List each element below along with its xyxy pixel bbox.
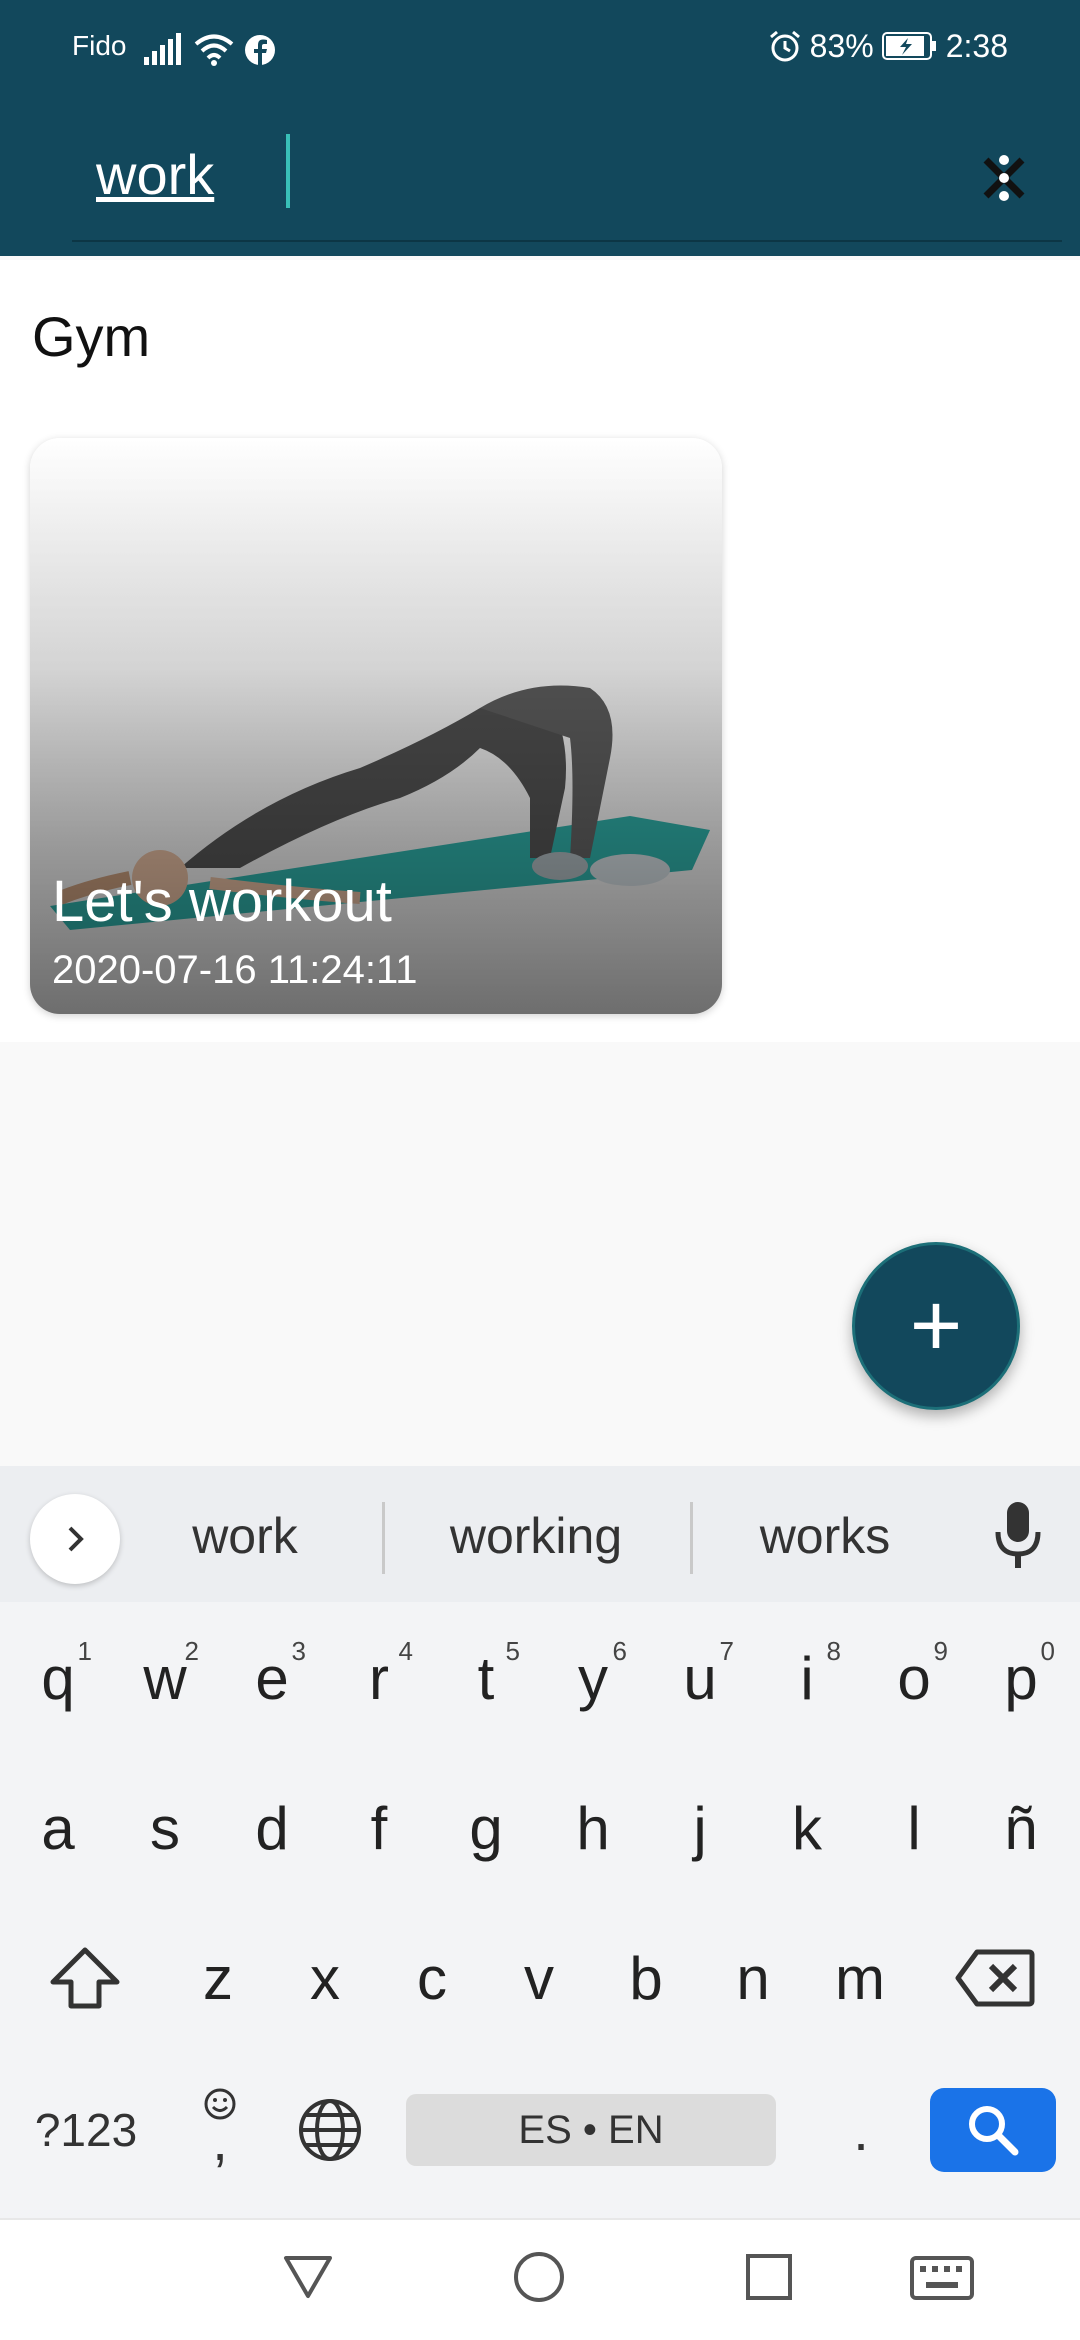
space-key[interactable]: ES • EN <box>406 2094 776 2166</box>
key-a[interactable]: a <box>8 1768 108 1888</box>
key-j[interactable]: j <box>650 1768 750 1888</box>
language-key[interactable] <box>280 2070 380 2190</box>
key-x[interactable]: x <box>275 1918 375 2038</box>
key-s[interactable]: s <box>115 1768 215 1888</box>
key-hint: 2 <box>184 1636 199 1666</box>
globe-icon <box>299 2099 361 2161</box>
backspace-key[interactable] <box>940 1918 1050 2038</box>
signal-icon <box>144 33 181 65</box>
clock: 2:38 <box>945 28 1008 64</box>
backspace-icon <box>955 1949 1035 2007</box>
key-hint: 3 <box>291 1636 306 1666</box>
section-title: Gym <box>32 305 151 368</box>
add-note-button[interactable]: + <box>852 1242 1020 1410</box>
back-icon[interactable] <box>282 2252 334 2302</box>
key-n-tilde[interactable]: ñ <box>971 1768 1071 1888</box>
recents-icon[interactable] <box>744 2252 794 2302</box>
key-z[interactable]: z <box>168 1918 268 2038</box>
key-hint: 4 <box>398 1636 413 1666</box>
suggestion-2[interactable]: working <box>420 1496 652 1576</box>
search-bar <box>72 120 1062 242</box>
key-hint: 7 <box>719 1636 734 1666</box>
card-title: Let's workout <box>52 869 392 934</box>
suggestion-divider <box>382 1502 385 1574</box>
battery-charging-icon <box>881 32 936 60</box>
key-label: i <box>800 1644 814 1712</box>
key-label: t <box>477 1644 495 1712</box>
carrier-label: Fido <box>72 30 127 61</box>
key-q[interactable]: q1 <box>8 1618 108 1738</box>
suggestion-divider <box>690 1502 693 1574</box>
key-l[interactable]: l <box>864 1768 964 1888</box>
key-hint: 5 <box>505 1636 520 1666</box>
screen: { "status_bar": { "carrier": "Fido", "ba… <box>0 0 1080 2340</box>
key-hint: 0 <box>1040 1636 1055 1666</box>
key-c[interactable]: c <box>382 1918 482 2038</box>
key-n[interactable]: n <box>703 1918 803 2038</box>
suggestion-3[interactable]: works <box>720 1496 930 1576</box>
key-hint: 6 <box>612 1636 627 1666</box>
microphone-icon[interactable] <box>990 1498 1046 1570</box>
key-u[interactable]: u7 <box>650 1618 750 1738</box>
key-g[interactable]: g <box>436 1768 536 1888</box>
key-label: r <box>369 1644 389 1712</box>
key-v[interactable]: v <box>489 1918 589 2038</box>
key-label: q <box>41 1644 75 1712</box>
comma-key[interactable]: , <box>180 2064 260 2184</box>
key-hint: 9 <box>933 1636 948 1666</box>
key-label: p <box>1004 1644 1038 1712</box>
comma-label: , <box>212 2109 228 2172</box>
key-hint: 1 <box>77 1636 92 1666</box>
key-e[interactable]: e3 <box>222 1618 322 1738</box>
key-label: y <box>578 1644 608 1712</box>
key-o[interactable]: o9 <box>864 1618 964 1738</box>
status-right: 83% 2:38 <box>768 24 1008 68</box>
key-t[interactable]: t5 <box>436 1618 536 1738</box>
battery-percent: 83% <box>809 28 874 64</box>
shift-key[interactable] <box>30 1918 140 2038</box>
status-icons <box>144 28 276 72</box>
key-label: o <box>897 1644 931 1712</box>
system-nav-bar <box>0 2218 1080 2340</box>
search-input[interactable] <box>96 134 896 214</box>
period-key[interactable]: . <box>816 2070 906 2190</box>
key-hint: 8 <box>826 1636 841 1666</box>
key-h[interactable]: h <box>543 1768 643 1888</box>
key-p[interactable]: p0 <box>971 1618 1071 1738</box>
search-icon <box>969 2106 1019 2156</box>
key-i[interactable]: i8 <box>757 1618 857 1738</box>
search-key[interactable] <box>930 2088 1056 2172</box>
results-panel: Gym Let's workout 2020-07-16 11:24:11 <box>0 260 1080 1042</box>
note-card[interactable]: Let's workout 2020-07-16 11:24:11 <box>30 438 722 1014</box>
facebook-icon <box>245 35 275 65</box>
keyboard-icon[interactable] <box>910 2256 974 2300</box>
key-label: u <box>683 1644 717 1712</box>
symbols-key[interactable]: ?123 <box>20 2070 152 2190</box>
key-k[interactable]: k <box>757 1768 857 1888</box>
shift-icon <box>50 1947 120 2009</box>
key-m[interactable]: m <box>810 1918 910 2038</box>
key-label: w <box>143 1644 187 1712</box>
text-caret <box>286 134 290 208</box>
chevron-right-icon[interactable] <box>30 1494 120 1584</box>
suggestion-1[interactable]: work <box>150 1496 340 1576</box>
alarm-icon <box>769 30 800 62</box>
key-y[interactable]: y6 <box>543 1618 643 1738</box>
app-bar: Fido 83% 2:38 work <box>0 0 1080 256</box>
key-label: e <box>255 1644 289 1712</box>
close-icon[interactable] <box>972 146 1036 210</box>
key-f[interactable]: f <box>329 1768 429 1888</box>
wifi-icon <box>194 34 234 66</box>
suggestion-bar: work working works <box>0 1466 1080 1602</box>
key-w[interactable]: w2 <box>115 1618 215 1738</box>
key-b[interactable]: b <box>596 1918 696 2038</box>
keyboard: work working works q1 w2 e3 r4 t5 y6 u7 … <box>0 1466 1080 2218</box>
key-r[interactable]: r4 <box>329 1618 429 1738</box>
card-date: 2020-07-16 11:24:11 <box>52 948 418 992</box>
home-icon[interactable] <box>512 2250 566 2304</box>
key-d[interactable]: d <box>222 1768 322 1888</box>
